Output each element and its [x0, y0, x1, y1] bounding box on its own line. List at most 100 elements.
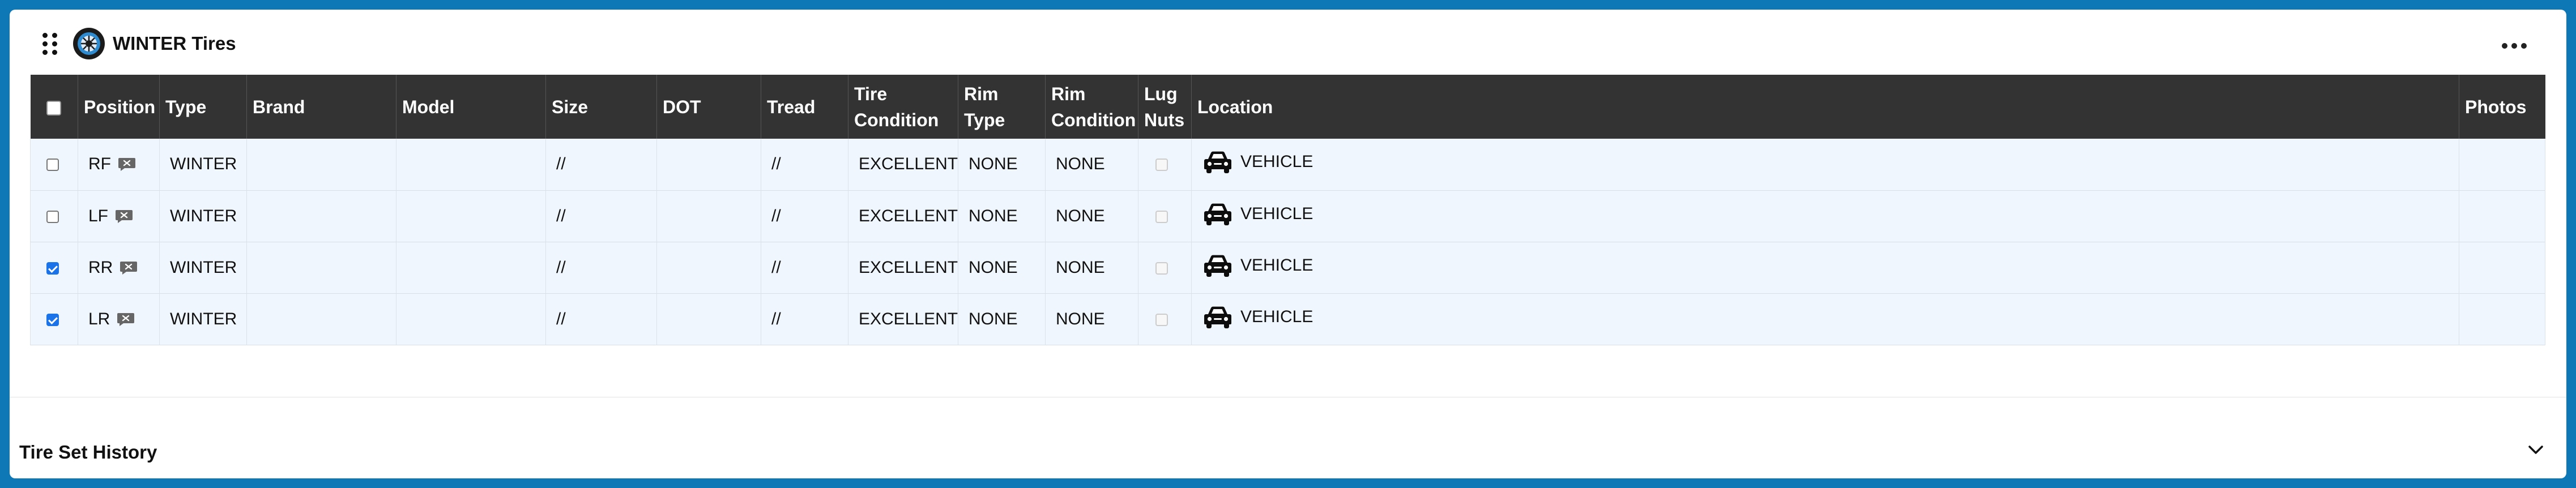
cell-tread: // — [761, 190, 848, 242]
lug-nuts-checkbox — [1155, 159, 1168, 172]
cell-brand — [246, 293, 396, 345]
chevron-down-icon[interactable] — [2526, 440, 2546, 460]
cell-rim-condition: NONE — [1045, 293, 1138, 345]
tire-set-history-title: Tire Set History — [19, 442, 157, 463]
column-header-tire-condition[interactable]: Tire Condition — [848, 75, 958, 139]
vehicle-icon — [1204, 151, 1231, 174]
row-select-checkbox[interactable] — [46, 313, 59, 326]
cell-photos[interactable] — [2459, 242, 2545, 293]
table-row[interactable]: RR WINTER////EXCELLENT NONE NONE VEHICLE — [30, 242, 2545, 293]
column-header-type[interactable]: Type — [159, 75, 247, 139]
location-value: VEHICLE — [1240, 307, 1313, 326]
cell-brand — [246, 242, 396, 293]
vehicle-icon — [1204, 255, 1231, 277]
cell-rim-condition: NONE — [1045, 190, 1138, 242]
row-select-cell — [30, 190, 78, 242]
cell-model — [396, 139, 546, 190]
cell-position: RR — [78, 242, 160, 293]
select-all-checkbox[interactable] — [46, 101, 61, 116]
more-options-icon[interactable] — [2502, 39, 2527, 53]
table-header-row: Position Type Brand Model Size DOT Tread… — [30, 75, 2545, 139]
vehicle-icon — [1204, 306, 1231, 328]
column-header-rim-condition[interactable]: Rim Condition — [1045, 75, 1138, 139]
cell-lug-nuts — [1138, 139, 1192, 190]
cell-position: RF — [78, 139, 160, 190]
cell-rim-type: NONE — [958, 139, 1046, 190]
cell-size: // — [545, 139, 657, 190]
column-header-dot[interactable]: DOT — [656, 75, 761, 139]
table-row[interactable]: LF WINTER////EXCELLENT NONE NONE VEHICLE — [30, 190, 2545, 242]
select-all-header — [30, 75, 78, 139]
cell-type: WINTER — [159, 242, 247, 293]
column-header-size[interactable]: Size — [545, 75, 657, 139]
table-row[interactable]: RF WINTER////EXCELLENT NONE NONE VEHICLE — [30, 139, 2545, 190]
column-header-position[interactable]: Position — [78, 75, 160, 139]
row-select-cell — [30, 293, 78, 345]
panel-header: WINTER Tires — [10, 10, 2566, 75]
cell-tread: // — [761, 242, 848, 293]
cell-location: VEHICLE — [1191, 293, 2459, 345]
cell-brand — [246, 190, 396, 242]
cell-lug-nuts — [1138, 293, 1192, 345]
location-value: VEHICLE — [1240, 255, 1313, 275]
position-value: LR — [88, 309, 110, 328]
tire-set-panel: WINTER Tires Position Type Brand Model S… — [10, 10, 2566, 478]
cell-tire-condition: EXCELLENT — [848, 293, 958, 345]
cell-model — [396, 242, 546, 293]
row-select-cell — [30, 139, 78, 190]
column-header-rim-type[interactable]: Rim Type — [958, 75, 1046, 139]
cell-rim-type: NONE — [958, 293, 1046, 345]
column-header-model[interactable]: Model — [396, 75, 546, 139]
column-header-tread[interactable]: Tread — [761, 75, 848, 139]
column-header-photos[interactable]: Photos — [2459, 75, 2545, 139]
table-row[interactable]: LR WINTER////EXCELLENT NONE NONE VEHICLE — [30, 293, 2545, 345]
vehicle-icon — [1204, 203, 1231, 225]
row-select-checkbox[interactable] — [46, 262, 59, 275]
cell-position: LF — [78, 190, 160, 242]
cell-dot — [656, 190, 761, 242]
tire-note-icon[interactable] — [118, 157, 136, 172]
cell-photos[interactable] — [2459, 139, 2545, 190]
tire-note-icon[interactable] — [117, 312, 135, 327]
tire-note-icon[interactable] — [120, 260, 138, 275]
cell-type: WINTER — [159, 190, 247, 242]
cell-type: WINTER — [159, 293, 247, 345]
cell-model — [396, 190, 546, 242]
cell-photos[interactable] — [2459, 293, 2545, 345]
cell-position: LR — [78, 293, 160, 345]
location-value: VEHICLE — [1240, 204, 1313, 223]
window-frame: WINTER Tires Position Type Brand Model S… — [0, 0, 2576, 488]
cell-tire-condition: EXCELLENT — [848, 190, 958, 242]
column-header-lug-nuts[interactable]: Lug Nuts — [1138, 75, 1192, 139]
cell-location: VEHICLE — [1191, 242, 2459, 293]
cell-rim-condition: NONE — [1045, 242, 1138, 293]
cell-dot — [656, 242, 761, 293]
cell-rim-type: NONE — [958, 190, 1046, 242]
cell-photos[interactable] — [2459, 190, 2545, 242]
cell-dot — [656, 139, 761, 190]
cell-dot — [656, 293, 761, 345]
column-header-location[interactable]: Location — [1191, 75, 2459, 139]
drag-handle-icon[interactable] — [41, 33, 59, 55]
cell-size: // — [545, 293, 657, 345]
tire-icon — [73, 28, 105, 59]
panel-title: WINTER Tires — [113, 33, 236, 54]
cell-lug-nuts — [1138, 242, 1192, 293]
cell-type: WINTER — [159, 139, 247, 190]
column-header-brand[interactable]: Brand — [246, 75, 396, 139]
tire-note-icon[interactable] — [115, 209, 133, 224]
position-value: LF — [88, 206, 109, 225]
cell-tire-condition: EXCELLENT — [848, 139, 958, 190]
cell-size: // — [545, 190, 657, 242]
lug-nuts-checkbox — [1155, 210, 1168, 223]
row-select-cell — [30, 242, 78, 293]
cell-brand — [246, 139, 396, 190]
cell-size: // — [545, 242, 657, 293]
tire-set-history-toggle[interactable]: Tire Set History — [10, 398, 2566, 478]
row-select-checkbox[interactable] — [46, 210, 59, 223]
position-value: RF — [88, 155, 111, 174]
row-select-checkbox[interactable] — [46, 159, 59, 172]
lug-nuts-checkbox — [1155, 262, 1168, 275]
cell-lug-nuts — [1138, 190, 1192, 242]
tire-table: Position Type Brand Model Size DOT Tread… — [30, 75, 2545, 345]
